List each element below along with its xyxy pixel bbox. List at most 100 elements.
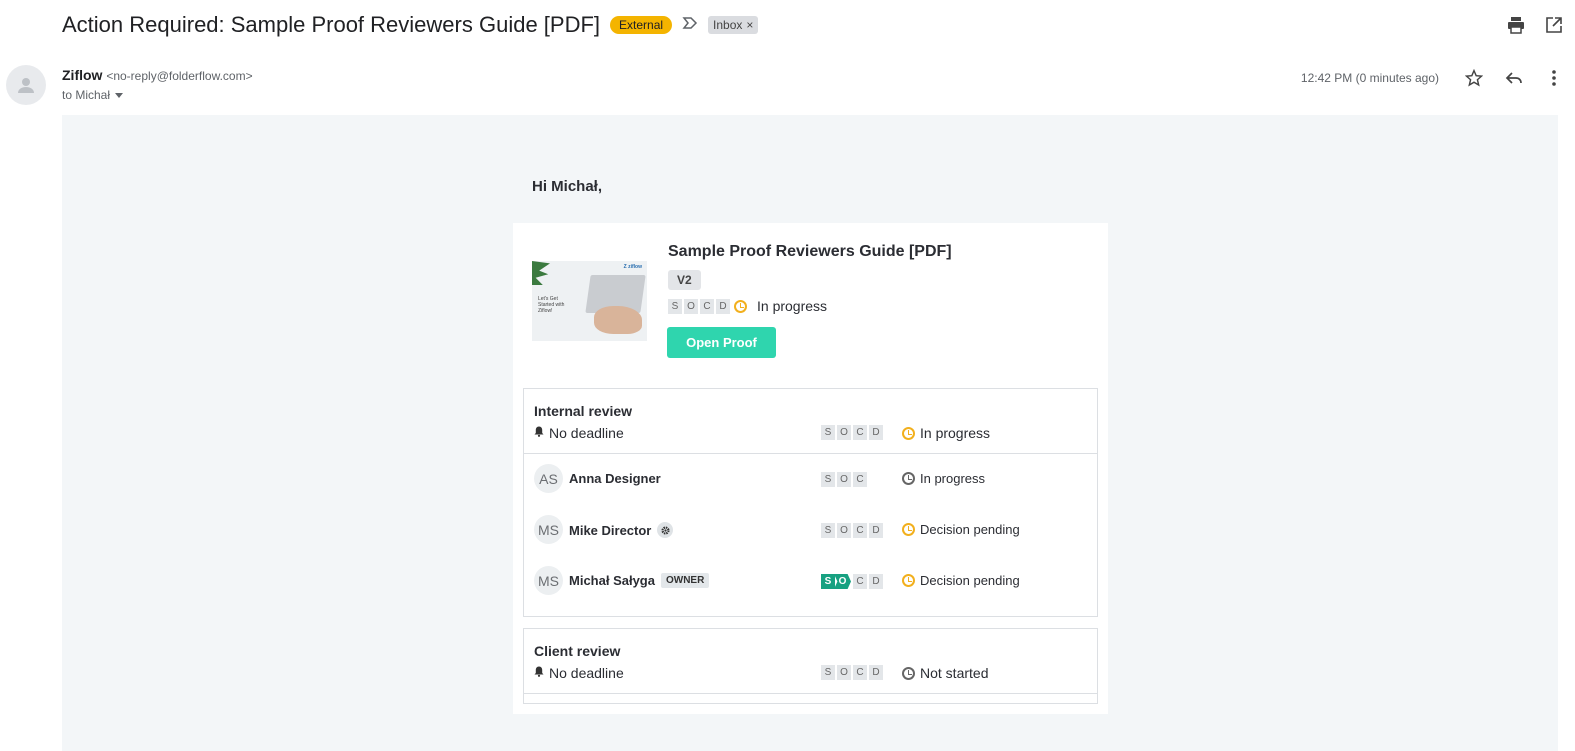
step-o: O	[837, 472, 851, 487]
internal-review-header: Internal review No deadline S O C D In p…	[524, 389, 1097, 454]
member-row: MS Michał Sałyga OWNER S O C D Decision …	[524, 556, 1097, 607]
step-o: O	[837, 665, 851, 680]
member-row: MS Mike Director S O C D Decision pendin…	[524, 505, 1097, 556]
inbox-label-text: Inbox	[713, 18, 743, 32]
member-status-text: Decision pending	[920, 522, 1020, 537]
member-steps: S O C	[821, 472, 867, 487]
member-name-text: Michał Sałyga	[569, 573, 655, 588]
step-s: S	[821, 425, 835, 440]
clock-icon	[902, 666, 915, 680]
version-badge: V2	[668, 270, 701, 290]
member-name-text: Mike Director	[569, 522, 652, 538]
inbox-label: Inbox ×	[708, 16, 759, 34]
reply-icon[interactable]	[1503, 67, 1525, 89]
member-status: Decision pending	[902, 522, 1020, 537]
timestamp: 12:42 PM (0 minutes ago)	[1300, 71, 1439, 85]
sender-block: Ziflow <no-reply@folderflow.com> to Mich…	[62, 67, 253, 102]
proof-status: S O C D In progress	[668, 298, 827, 314]
member-name: Mike Director	[569, 522, 674, 538]
member-avatar: MS	[534, 515, 563, 544]
bell-icon	[534, 426, 544, 440]
sender-name[interactable]: Ziflow	[62, 67, 102, 83]
clock-icon	[902, 574, 915, 587]
client-review-steps: S O C D	[821, 665, 883, 680]
step-o: O	[837, 523, 851, 538]
remove-label-button[interactable]: ×	[746, 18, 753, 32]
internal-review-section: Internal review No deadline S O C D In p…	[523, 388, 1098, 617]
client-review-status: Not started	[902, 665, 988, 681]
step-d: D	[869, 574, 883, 589]
step-c: C	[853, 472, 867, 487]
internal-review-status: In progress	[902, 425, 990, 441]
member-status-text: Decision pending	[920, 573, 1020, 588]
step-s: S	[668, 298, 682, 314]
client-review-header: Client review No deadline S O C D Not st…	[524, 629, 1097, 694]
more-vert-icon[interactable]	[1543, 67, 1565, 89]
member-avatar: MS	[534, 566, 563, 595]
email-subject: Action Required: Sample Proof Reviewers …	[62, 12, 601, 37]
step-d: D	[869, 425, 883, 440]
internal-review-title: Internal review	[534, 403, 633, 419]
star-icon[interactable]	[1463, 67, 1485, 89]
clock-icon	[902, 426, 915, 440]
open-proof-button[interactable]: Open Proof	[667, 327, 776, 358]
clock-icon	[734, 299, 747, 313]
member-status-text: In progress	[920, 471, 986, 486]
member-avatar: AS	[534, 464, 563, 493]
top-actions	[1505, 14, 1565, 36]
member-name-text: Anna Designer	[569, 471, 661, 486]
step-o: O	[684, 298, 698, 314]
step-d: D	[716, 298, 730, 314]
internal-review-deadline: No deadline	[534, 425, 624, 441]
proof-title: Sample Proof Reviewers Guide [PDF]	[668, 243, 952, 260]
member-steps: S O C D	[821, 523, 883, 538]
step-s: S	[821, 523, 835, 538]
message-meta: 12:42 PM (0 minutes ago)	[1301, 67, 1565, 89]
client-review-section: Client review No deadline S O C D Not st…	[523, 628, 1098, 704]
deadline-text: No deadline	[549, 665, 624, 681]
clock-icon	[902, 523, 915, 536]
internal-review-status-text: In progress	[920, 425, 991, 441]
proof-steps: S O C D	[668, 298, 730, 314]
member-steps: S O C D	[821, 574, 883, 589]
client-review-status-text: Not started	[920, 665, 989, 681]
print-icon[interactable]	[1505, 14, 1527, 36]
member-name: Anna Designer	[569, 471, 661, 486]
step-o: O	[837, 425, 851, 440]
step-o-done: O	[834, 574, 851, 589]
step-s: S	[821, 472, 835, 487]
sender-avatar[interactable]	[6, 65, 46, 105]
owner-badge: OWNER	[660, 573, 710, 588]
thumbnail-text: Let's Get Started with Ziflow!	[538, 296, 565, 314]
gear-icon	[657, 522, 674, 538]
client-review-deadline: No deadline	[534, 665, 624, 681]
subject-row: Action Required: Sample Proof Reviewers …	[62, 10, 759, 40]
clock-icon	[902, 472, 915, 485]
open-in-new-icon[interactable]	[1543, 14, 1565, 36]
step-c: C	[853, 665, 867, 680]
to-line: to Michał	[62, 88, 111, 102]
member-row: AS Anna Designer S O C In progress	[524, 454, 1097, 505]
recipients-toggle[interactable]: to Michał	[62, 88, 253, 102]
member-status: In progress	[902, 471, 985, 486]
client-review-title: Client review	[534, 643, 621, 659]
avatar-icon	[18, 78, 34, 93]
step-d: D	[869, 665, 883, 680]
step-c: C	[853, 425, 867, 440]
proof-thumbnail[interactable]: Z ziflow Let's Get Started with Ziflow!	[532, 261, 647, 341]
step-c: C	[700, 298, 714, 314]
step-s: S	[821, 665, 835, 680]
bell-icon	[534, 666, 544, 680]
thumbnail-plant	[532, 261, 550, 285]
step-s-done: S	[821, 574, 835, 589]
sender-email: <no-reply@folderflow.com>	[106, 69, 253, 83]
thumbnail-hands	[594, 306, 642, 334]
greeting: Hi Michał,	[532, 178, 603, 195]
member-status: Decision pending	[902, 573, 1020, 588]
proof-card: Z ziflow Let's Get Started with Ziflow! …	[513, 223, 1108, 714]
dropdown-icon	[115, 93, 124, 98]
step-c: C	[853, 523, 867, 538]
label-icon[interactable]	[682, 15, 698, 36]
thumbnail-logo: Z ziflow	[623, 264, 642, 270]
deadline-text: No deadline	[549, 425, 624, 441]
